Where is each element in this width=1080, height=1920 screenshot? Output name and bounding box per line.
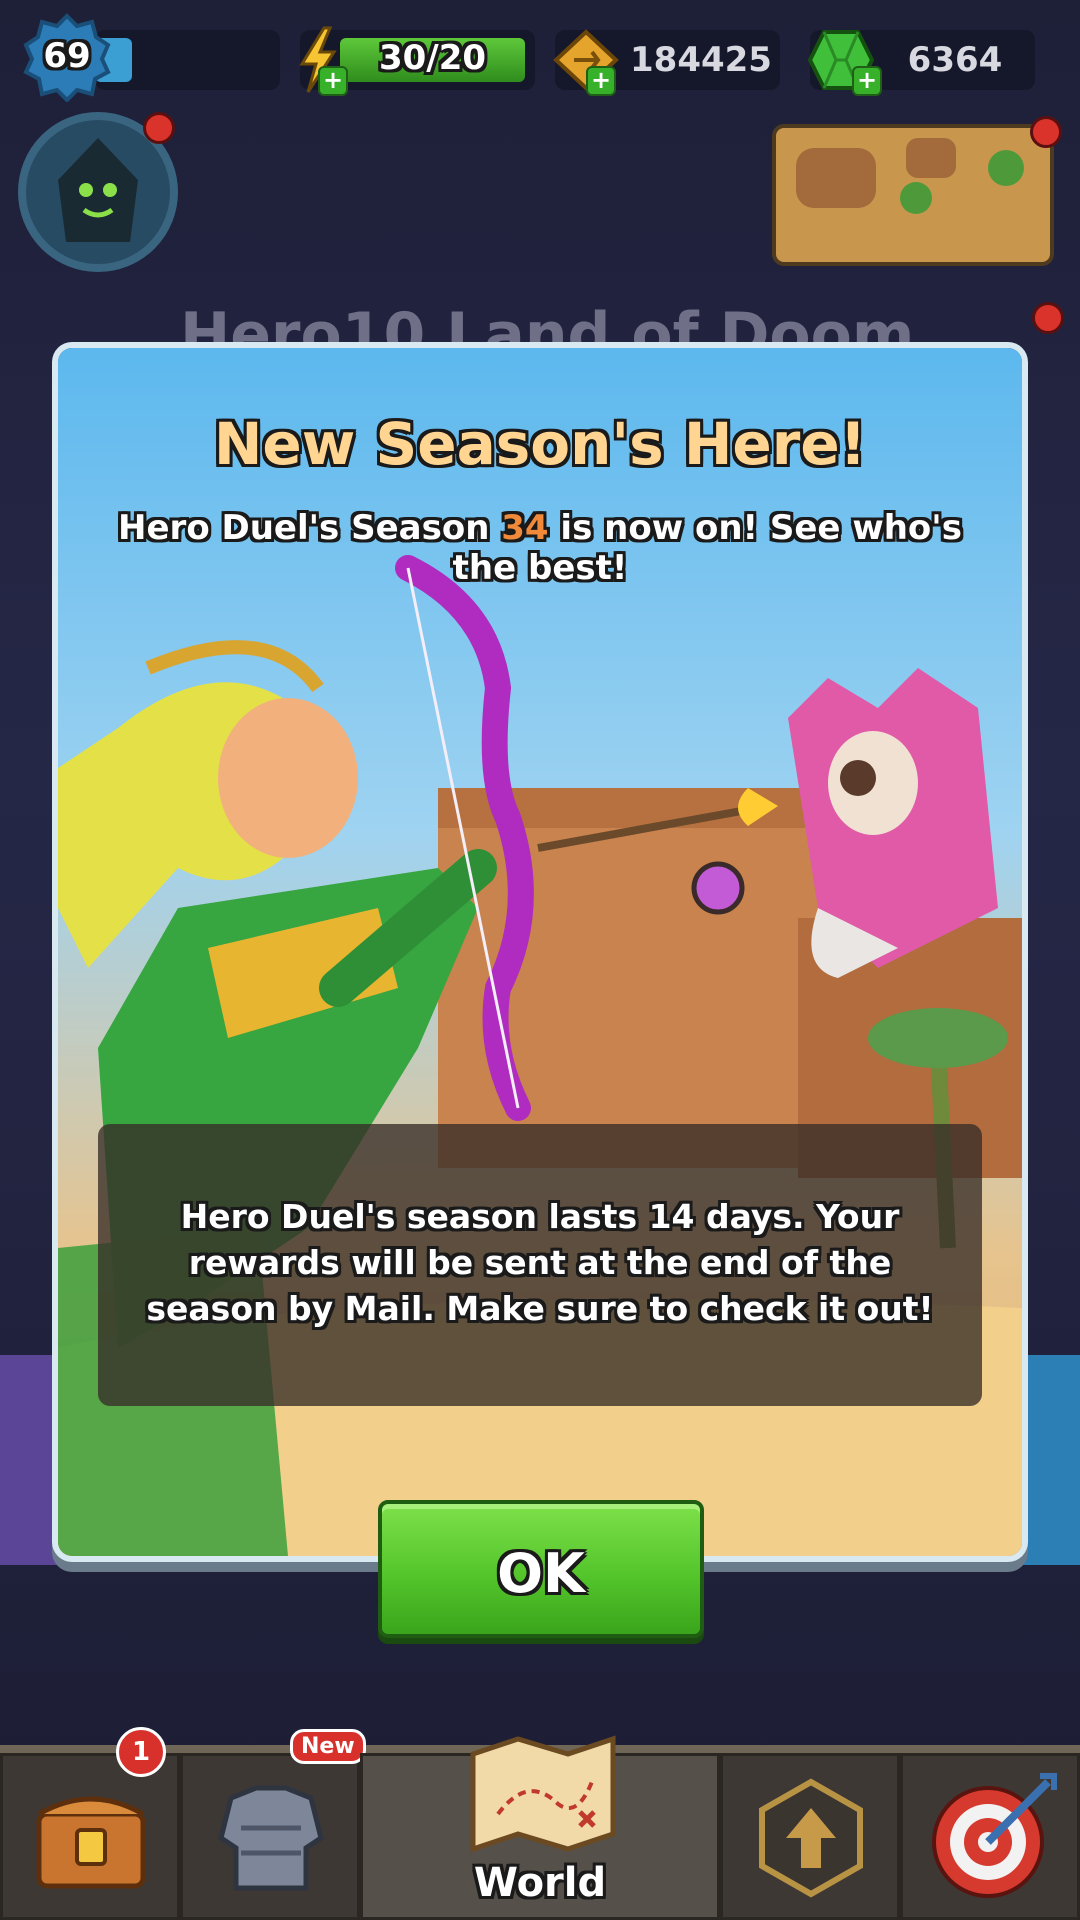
map-notification-dot <box>1030 116 1062 148</box>
dialog-title: New Season's Here! <box>213 410 867 478</box>
energy-value: 30/20 <box>378 38 487 78</box>
gem-plus-button[interactable]: + <box>852 66 882 96</box>
nav-world[interactable]: World <box>360 1735 720 1920</box>
season-info-text: Hero Duel's season lasts 14 days. Your r… <box>146 1197 934 1328</box>
ok-button-label: OK <box>497 1542 585 1605</box>
dialog-subtitle: Hero Duel's Season 34 is now on! See who… <box>118 508 962 588</box>
ok-button[interactable]: OK <box>378 1500 704 1638</box>
avatar-notification-dot <box>143 112 175 144</box>
bottom-navigation: 1 New World <box>0 1727 1080 1920</box>
season-info-box: Hero Duel's season lasts 14 days. Your r… <box>98 1124 982 1406</box>
upgrade-arrow-icon <box>759 1778 863 1898</box>
gold-value: 184425 <box>630 40 772 80</box>
gem-value: 6364 <box>907 40 1003 80</box>
map-preview[interactable] <box>772 124 1054 266</box>
world-map-icon <box>470 1735 616 1853</box>
season-number: 34 <box>501 508 549 548</box>
nav-upgrade[interactable] <box>720 1753 900 1920</box>
armor-icon <box>218 1785 324 1891</box>
target-dart-icon <box>932 1773 1057 1898</box>
new-season-dialog: New Season's Here! Hero Duel's Season 34… <box>58 348 1022 1556</box>
nav-chest[interactable] <box>0 1753 180 1920</box>
energy-plus-button[interactable]: + <box>318 66 348 96</box>
player-level: 69 <box>43 36 91 76</box>
left-side-tab <box>0 1355 58 1565</box>
chest-badge: 1 <box>116 1727 166 1777</box>
xp-bar <box>95 30 280 90</box>
hooded-villain-icon <box>58 138 138 242</box>
subtitle-prefix: Hero Duel's Season <box>118 508 502 548</box>
gold-plus-button[interactable]: + <box>586 66 616 96</box>
armor-new-badge: New <box>290 1729 366 1764</box>
nav-target[interactable] <box>900 1753 1080 1920</box>
nav-armor[interactable] <box>180 1753 360 1920</box>
treasure-chest-icon <box>36 1796 146 1889</box>
world-label: World <box>473 1860 607 1906</box>
right-side-tab <box>1022 1355 1080 1565</box>
stage-notification-dot <box>1032 302 1064 334</box>
desert-map-icon <box>796 138 1024 214</box>
